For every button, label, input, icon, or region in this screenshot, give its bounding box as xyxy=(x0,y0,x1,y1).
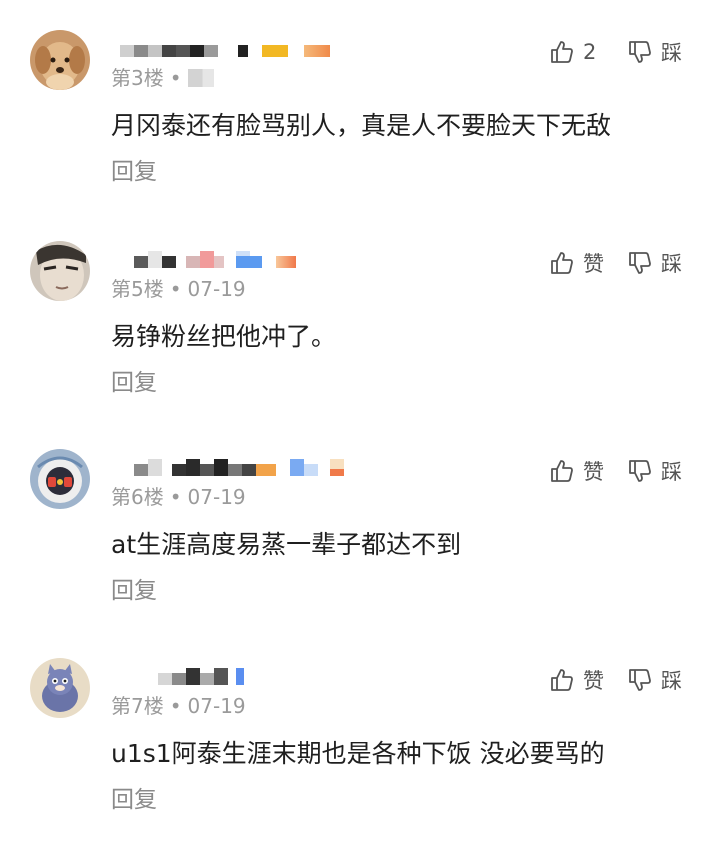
like-button[interactable]: 赞 xyxy=(549,247,604,279)
comment-item: 第7楼 • 07-19 u1s1阿泰生涯末期也是各种下饭 没必要骂的 回复 赞 踩 xyxy=(0,658,716,858)
dislike-button[interactable]: 踩 xyxy=(627,664,682,696)
like-button[interactable]: 赞 xyxy=(549,455,604,487)
thumbs-down-icon xyxy=(627,250,653,276)
comment-date: 07-19 xyxy=(187,277,246,301)
comment-meta: 第7楼 • 07-19 xyxy=(111,694,246,718)
dislike-button[interactable]: 踩 xyxy=(627,36,682,68)
like-label: 赞 xyxy=(583,252,604,276)
thumbs-up-icon xyxy=(549,458,575,484)
separator-dot: • xyxy=(169,485,182,509)
thumbs-down-icon xyxy=(627,458,653,484)
comment-text: at生涯高度易蒸一辈子都达不到 xyxy=(111,530,462,559)
like-count: 2 xyxy=(583,40,597,64)
comment-item: 第3楼 • 月冈泰还有脸骂别人，真是人不要脸天下无敌 回复 2 踩 xyxy=(0,30,716,230)
comment-text: 易铮粉丝把他冲了。 xyxy=(111,322,337,351)
thumbs-up-icon xyxy=(549,250,575,276)
face-avatar[interactable] xyxy=(30,241,90,301)
like-label: 赞 xyxy=(583,460,604,484)
reply-button[interactable]: 回复 xyxy=(111,368,157,398)
thumbs-up-icon xyxy=(549,667,575,693)
username-redacted[interactable] xyxy=(112,668,352,690)
comment-meta: 第3楼 • xyxy=(111,66,214,90)
comment-date: 07-19 xyxy=(187,694,246,718)
cartoon-cat-avatar[interactable] xyxy=(30,658,90,718)
separator-dot: • xyxy=(169,277,182,301)
dislike-label: 踩 xyxy=(661,41,682,65)
comment-text: 月冈泰还有脸骂别人，真是人不要脸天下无敌 xyxy=(111,111,612,140)
comment-item: 第6楼 • 07-19 at生涯高度易蒸一辈子都达不到 回复 赞 踩 xyxy=(0,449,716,649)
thumbs-down-icon xyxy=(627,39,653,65)
floor-label: 第6楼 xyxy=(111,485,164,509)
username-redacted[interactable] xyxy=(112,459,352,481)
username-redacted[interactable] xyxy=(112,251,352,273)
dog-avatar[interactable] xyxy=(30,30,90,90)
comment-meta: 第5楼 • 07-19 xyxy=(111,277,246,301)
dislike-label: 踩 xyxy=(661,252,682,276)
dislike-button[interactable]: 踩 xyxy=(627,247,682,279)
comment-text: u1s1阿泰生涯末期也是各种下饭 没必要骂的 xyxy=(111,739,605,768)
thumbs-up-icon xyxy=(549,39,575,65)
reply-button[interactable]: 回复 xyxy=(111,157,157,187)
like-label: 赞 xyxy=(583,669,604,693)
thumbs-down-icon xyxy=(627,667,653,693)
separator-dot: • xyxy=(169,66,182,90)
astronaut-avatar[interactable] xyxy=(30,449,90,509)
like-button[interactable]: 2 xyxy=(549,36,596,68)
dislike-button[interactable]: 踩 xyxy=(627,455,682,487)
reply-button[interactable]: 回复 xyxy=(111,576,157,606)
date-redacted xyxy=(187,69,214,87)
floor-label: 第5楼 xyxy=(111,277,164,301)
reply-button[interactable]: 回复 xyxy=(111,785,157,815)
comment-item: 第5楼 • 07-19 易铮粉丝把他冲了。 回复 赞 踩 xyxy=(0,241,716,441)
username-redacted[interactable] xyxy=(112,40,352,62)
like-button[interactable]: 赞 xyxy=(549,664,604,696)
floor-label: 第3楼 xyxy=(111,66,164,90)
comment-meta: 第6楼 • 07-19 xyxy=(111,485,246,509)
separator-dot: • xyxy=(169,694,182,718)
comment-date: 07-19 xyxy=(187,485,246,509)
dislike-label: 踩 xyxy=(661,460,682,484)
dislike-label: 踩 xyxy=(661,669,682,693)
floor-label: 第7楼 xyxy=(111,694,164,718)
